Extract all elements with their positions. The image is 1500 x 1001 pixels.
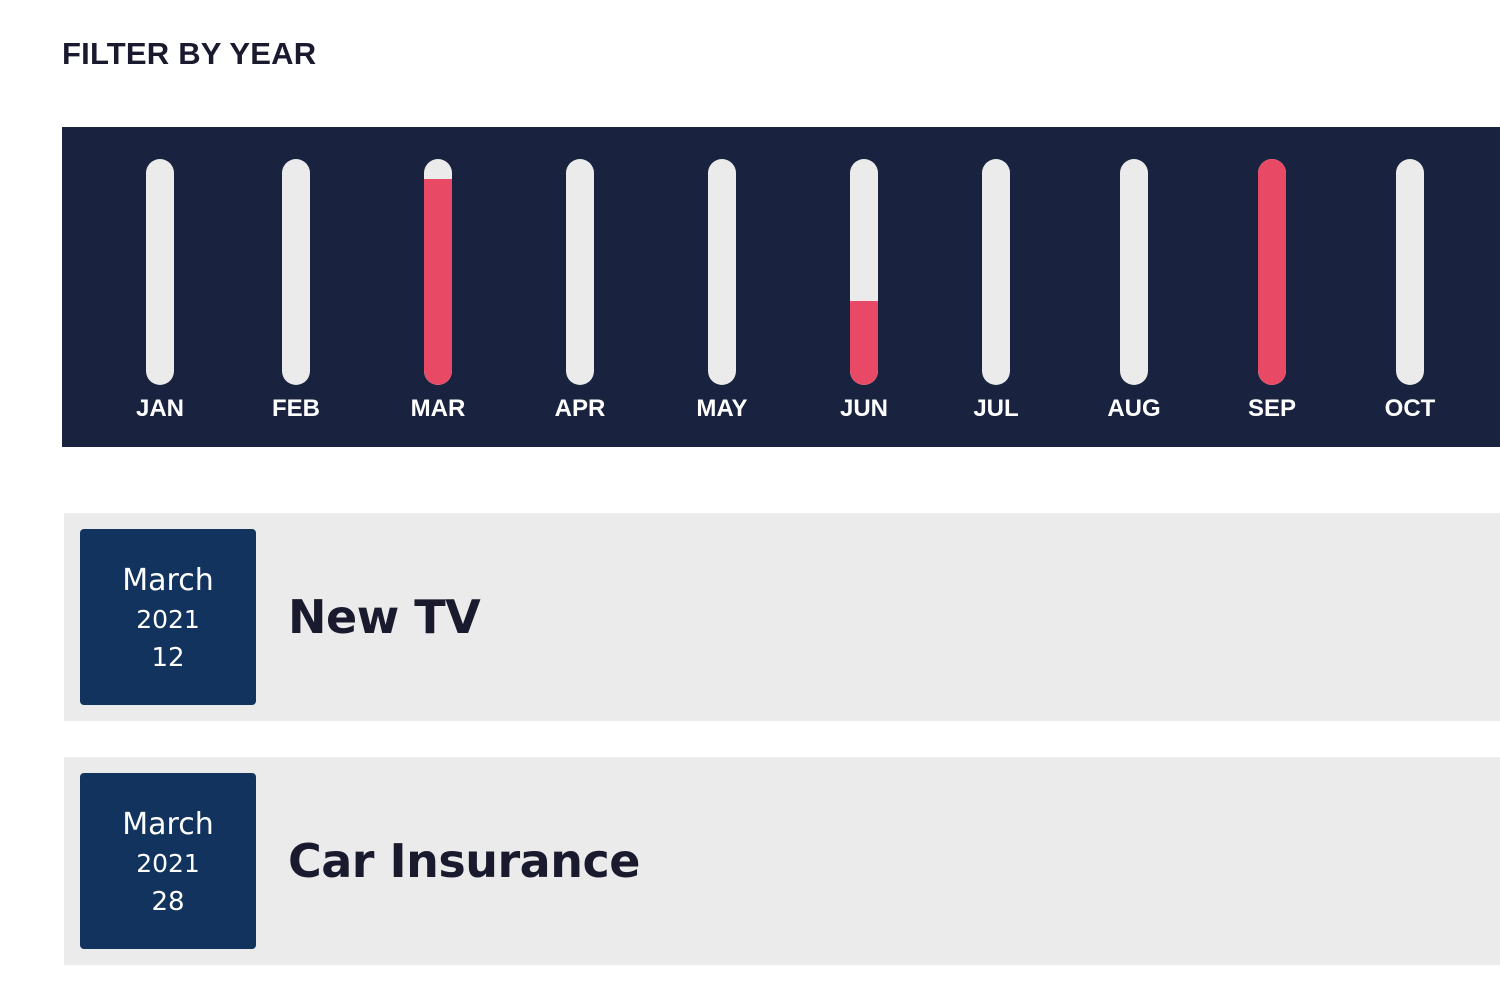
month-label: JUN [839, 395, 888, 422]
month-bar-aug[interactable]: AUG [1074, 127, 1194, 447]
expense-date-day: 12 [151, 643, 185, 673]
month-bar-mar[interactable]: MAR [378, 127, 498, 447]
bar-track [566, 159, 594, 385]
month-label: SEP [1247, 395, 1297, 422]
month-bar-sep[interactable]: SEP [1212, 127, 1332, 447]
month-label: MAR [410, 395, 466, 422]
month-label: OCT [1384, 395, 1436, 422]
expenses-chart: JAN FEB MAR APR MAY JUN JUL AUG SEP OCT [62, 127, 1500, 447]
month-label: APR [554, 395, 606, 422]
bar-track [424, 159, 452, 385]
month-label: FEB [272, 395, 320, 422]
month-bar-jan[interactable]: JAN [100, 127, 220, 447]
bar-track [982, 159, 1010, 385]
month-bar-oct[interactable]: OCT [1350, 127, 1470, 447]
month-bar-jul[interactable]: JUL [936, 127, 1056, 447]
month-label: JAN [135, 395, 184, 422]
expense-item[interactable]: March 2021 28 Car Insurance [64, 757, 1500, 965]
expense-item[interactable]: March 2021 12 New TV [64, 513, 1500, 721]
bar-track [146, 159, 174, 385]
expense-title: Car Insurance [288, 834, 640, 888]
month-label: AUG [1107, 395, 1161, 422]
expense-date-year: 2021 [136, 605, 200, 634]
month-bar-apr[interactable]: APR [520, 127, 640, 447]
month-bar-may[interactable]: MAY [662, 127, 782, 447]
bar-track [1120, 159, 1148, 385]
bar-track [1396, 159, 1424, 385]
month-label: MAY [696, 395, 748, 422]
expense-title: New TV [288, 590, 481, 644]
bar-track [1258, 159, 1286, 385]
bar-fill [1258, 159, 1286, 385]
bar-track [850, 159, 878, 385]
filter-title: FILTER BY YEAR [62, 36, 317, 71]
expense-date-year: 2021 [136, 849, 200, 878]
expense-date-day: 28 [151, 887, 185, 917]
month-bar-feb[interactable]: FEB [236, 127, 356, 447]
expense-date: March 2021 12 [80, 529, 256, 705]
month-bar-jun[interactable]: JUN [804, 127, 924, 447]
bar-fill [850, 301, 878, 385]
expense-date-month: March [122, 563, 214, 598]
bar-fill [424, 179, 452, 385]
bar-track [708, 159, 736, 385]
bar-track [282, 159, 310, 385]
month-label: JUL [973, 395, 1019, 422]
expense-date-month: March [122, 807, 214, 842]
expense-date: March 2021 28 [80, 773, 256, 949]
expense-list: March 2021 12 New TV March 2021 28 Car I… [64, 513, 1500, 1001]
